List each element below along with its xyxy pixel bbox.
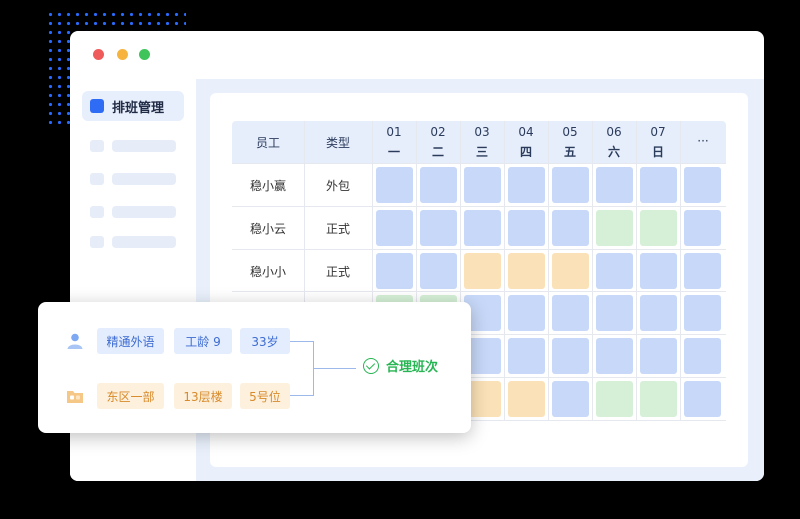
- employee-name: 稳小小: [249, 265, 286, 279]
- header-weekday: 三: [475, 145, 488, 159]
- shift-cell[interactable]: [640, 210, 677, 246]
- row-divider: [232, 206, 726, 207]
- shift-cell[interactable]: [420, 210, 457, 246]
- shift-cell[interactable]: [376, 210, 413, 246]
- shift-cell[interactable]: [640, 295, 677, 331]
- match-popup: 精通外语 工龄 9 33岁 东区一部 13层楼 5号位 合理班次: [38, 302, 471, 433]
- tag-age: 33岁: [240, 328, 290, 354]
- shift-cell[interactable]: [684, 253, 721, 289]
- shift-cell[interactable]: [508, 381, 545, 417]
- maximize-window-button[interactable]: [139, 49, 150, 60]
- header-weekday: 五: [563, 145, 576, 159]
- column-divider: [680, 121, 681, 420]
- column-divider: [504, 121, 505, 420]
- tag-department: 东区一部: [97, 383, 164, 409]
- header-weekday: 日: [651, 145, 664, 159]
- employee-name: 稳小云: [249, 222, 286, 236]
- schedule-icon: [90, 99, 104, 113]
- result-label: 合理班次: [363, 356, 438, 375]
- header-day-number: 03: [474, 125, 490, 139]
- shift-cell[interactable]: [508, 210, 545, 246]
- column-divider: [592, 121, 593, 420]
- shift-cell[interactable]: [596, 167, 633, 203]
- shift-cell[interactable]: [464, 167, 501, 203]
- shift-cell[interactable]: [596, 253, 633, 289]
- tag-seat: 5号位: [240, 383, 290, 409]
- shift-cell[interactable]: [684, 167, 721, 203]
- shift-cell[interactable]: [684, 295, 721, 331]
- employee-type: 外包: [325, 179, 350, 193]
- shift-cell[interactable]: [640, 381, 677, 417]
- sidebar-item-schedule[interactable]: 排班管理: [82, 91, 184, 121]
- shift-cell[interactable]: [464, 210, 501, 246]
- header-day-number: 06: [606, 125, 622, 139]
- tag-seniority: 工龄 9: [174, 328, 232, 354]
- shift-cell[interactable]: [376, 167, 413, 203]
- shift-cell[interactable]: [552, 381, 589, 417]
- header-day-number: 04: [518, 125, 534, 139]
- sidebar-item-label: 排班管理: [112, 100, 165, 116]
- column-divider: [548, 121, 549, 420]
- shift-cell[interactable]: [464, 253, 501, 289]
- folder-icon: [67, 391, 83, 403]
- shift-cell[interactable]: [552, 295, 589, 331]
- shift-cell[interactable]: [640, 253, 677, 289]
- shift-cell[interactable]: [508, 253, 545, 289]
- shift-cell[interactable]: [596, 381, 633, 417]
- shift-cell[interactable]: [552, 338, 589, 374]
- shift-cell[interactable]: [508, 167, 545, 203]
- shift-cell[interactable]: [684, 338, 721, 374]
- row-divider: [232, 249, 726, 250]
- employee-type: 正式: [325, 265, 350, 279]
- shift-cell[interactable]: [420, 167, 457, 203]
- check-circle-icon: [363, 357, 379, 374]
- shift-cell[interactable]: [640, 167, 677, 203]
- row-divider: [232, 291, 726, 292]
- shift-cell[interactable]: [684, 381, 721, 417]
- shift-cell[interactable]: [552, 167, 589, 203]
- shift-cell[interactable]: [508, 295, 545, 331]
- shift-cell[interactable]: [552, 210, 589, 246]
- shift-cell[interactable]: [596, 210, 633, 246]
- shift-cell[interactable]: [640, 338, 677, 374]
- employee-type: 正式: [325, 222, 350, 236]
- connector-bracket: [290, 341, 314, 396]
- header-employee: 员工: [255, 136, 280, 150]
- tag-language: 精通外语: [97, 328, 164, 354]
- header-more: ···: [697, 134, 709, 148]
- shift-cell[interactable]: [420, 253, 457, 289]
- tag-floor: 13层楼: [174, 383, 232, 409]
- shift-cell[interactable]: [376, 253, 413, 289]
- person-icon: [67, 333, 83, 349]
- row-divider: [232, 163, 726, 164]
- header-type: 类型: [325, 136, 350, 150]
- header-weekday: 一: [387, 145, 400, 159]
- shift-cell[interactable]: [684, 210, 721, 246]
- connector-line: [314, 368, 356, 369]
- employee-name: 稳小赢: [249, 179, 286, 193]
- header-day-number: 02: [430, 125, 446, 139]
- column-divider: [636, 121, 637, 420]
- header-day-number: 01: [386, 125, 402, 139]
- shift-cell[interactable]: [596, 338, 633, 374]
- header-weekday: 四: [519, 145, 532, 159]
- shift-cell[interactable]: [552, 253, 589, 289]
- header-day-number: 07: [650, 125, 666, 139]
- header-weekday: 六: [607, 145, 620, 159]
- header-weekday: 二: [431, 145, 444, 159]
- shift-cell[interactable]: [596, 295, 633, 331]
- minimize-window-button[interactable]: [117, 49, 128, 60]
- close-window-button[interactable]: [93, 49, 104, 60]
- header-day-number: 05: [562, 125, 578, 139]
- result-text: 合理班次: [386, 360, 439, 375]
- shift-cell[interactable]: [508, 338, 545, 374]
